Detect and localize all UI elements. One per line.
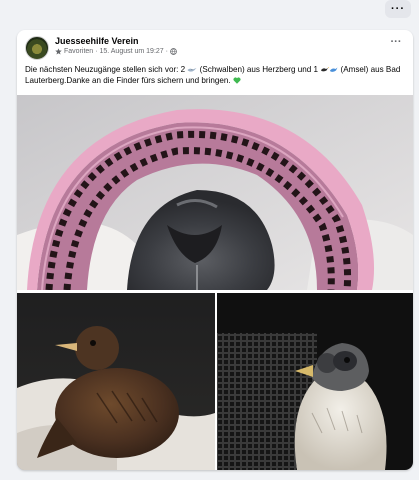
post-meta: Favoriten · 15. August um 19:27 · xyxy=(55,48,177,55)
post-photo-main[interactable] xyxy=(17,95,413,290)
photo-young-blackbird xyxy=(17,293,215,470)
post-text: Die nächsten Neuzugänge stellen sich vor… xyxy=(25,64,409,86)
photo-swallow-chick xyxy=(217,293,413,470)
post-text-part: (Schwalben) aus Herzberg und 1 xyxy=(199,65,318,74)
post-photo-blackbird[interactable] xyxy=(17,293,215,470)
audience-label[interactable]: Favoriten xyxy=(64,48,93,55)
swallow-emoji-icon xyxy=(187,67,197,72)
green-heart-icon xyxy=(233,77,241,85)
post-menu-button[interactable]: ··· xyxy=(387,37,405,50)
star-icon xyxy=(55,48,62,55)
post-author[interactable]: Juesseehilfe Verein xyxy=(55,36,139,46)
top-bar: ··· xyxy=(0,0,419,24)
post-date[interactable]: · 15. August um 19:27 · xyxy=(95,48,168,55)
post-text-part: Die nächsten Neuzugänge stellen sich vor… xyxy=(25,65,186,74)
avatar[interactable] xyxy=(25,36,49,60)
post-header: Juesseehilfe Verein Favoriten · 15. Augu… xyxy=(17,30,413,62)
globe-icon xyxy=(170,48,177,55)
photo-swallow-nest xyxy=(17,95,413,290)
blackbird-emoji-icon xyxy=(321,67,338,73)
post-photo-swallow[interactable] xyxy=(217,293,413,470)
post-card: Juesseehilfe Verein Favoriten · 15. Augu… xyxy=(17,30,413,470)
top-more-button[interactable]: ··· xyxy=(385,0,411,18)
